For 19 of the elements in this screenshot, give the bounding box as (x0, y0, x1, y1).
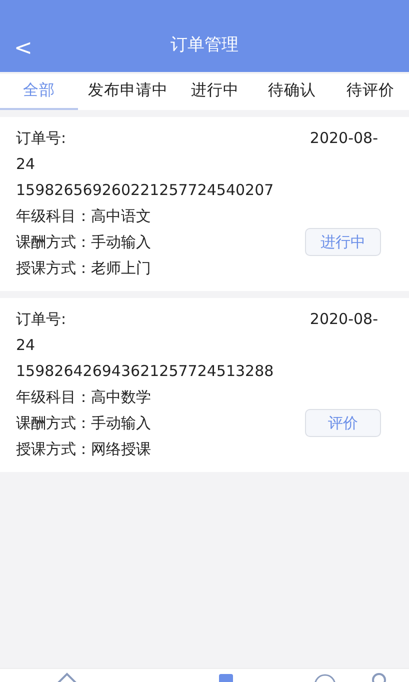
order-date: 2020-08- (310, 309, 378, 330)
filter-tab[interactable]: 进行中 (178, 74, 252, 110)
order-number: 159826569260221257724540207 (16, 180, 275, 201)
order-date-day: 24 (16, 151, 393, 177)
order-detail: 授课方式：网络授课 (16, 439, 151, 460)
order-detail: 课酬方式：手动输入 (16, 413, 151, 434)
order-label: 订单号: (16, 128, 66, 149)
page-title: 订单管理 (170, 34, 238, 56)
order-detail: 授课方式：老师上门 (16, 258, 151, 279)
order-number: 159826426943621257724513288 (16, 361, 275, 382)
filter-tab[interactable]: 发布申请中 (78, 74, 178, 110)
order-label: 订单号: (16, 309, 66, 330)
filter-tab[interactable]: 待评价 (332, 74, 409, 110)
order-detail: 课酬方式：手动输入 (16, 232, 151, 253)
order-detail: 年级科目：高中数学 (16, 387, 151, 408)
order-detail: 年级科目：高中语文 (16, 206, 151, 227)
order-date-day: 24 (16, 332, 393, 358)
order-date: 2020-08- (310, 128, 378, 149)
filter-tab[interactable]: 待确认 (252, 74, 332, 110)
